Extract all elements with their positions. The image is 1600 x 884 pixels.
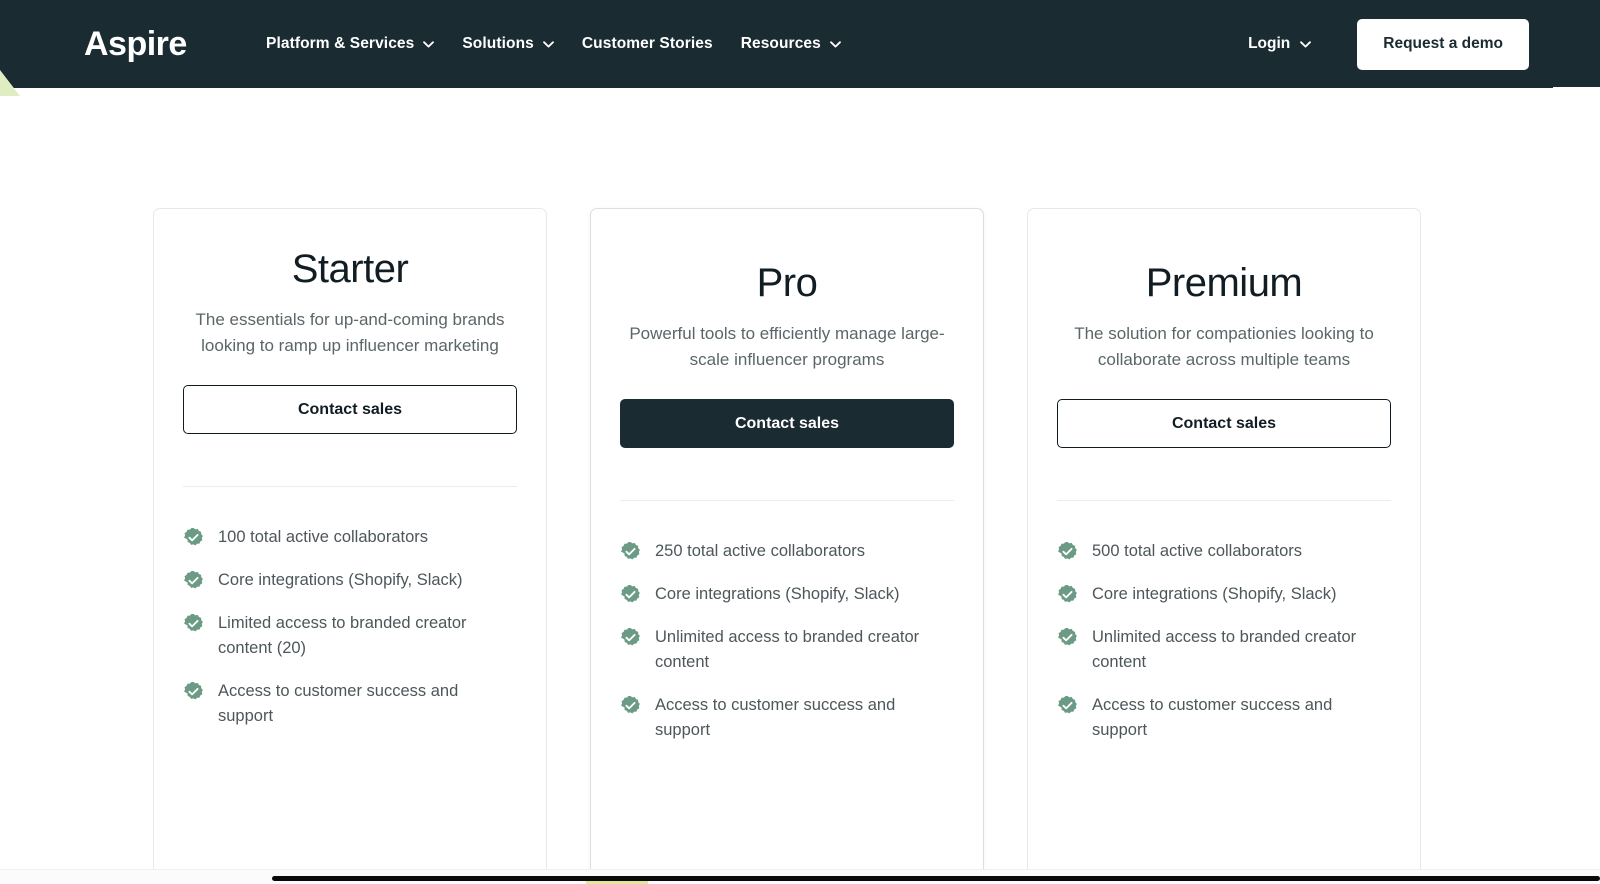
aspire-logo[interactable]: Aspire bbox=[84, 22, 194, 66]
nav-item-platform-services[interactable]: Platform & Services bbox=[252, 27, 448, 61]
page-root: Aspire Platform & Services Solutions Cus… bbox=[0, 0, 1600, 884]
feature-item: 500 total active collaborators bbox=[1057, 539, 1391, 564]
feature-list: 100 total active collaborators Core inte… bbox=[183, 525, 517, 729]
card-divider bbox=[183, 486, 517, 487]
feature-text: 100 total active collaborators bbox=[218, 528, 429, 546]
check-badge-icon bbox=[183, 613, 204, 634]
feature-text: Access to customer success and support bbox=[1092, 696, 1333, 739]
horizontal-scrollbar-track[interactable] bbox=[0, 869, 1600, 884]
feature-text: Unlimited access to branded creator cont… bbox=[655, 628, 920, 671]
nav-label: Solutions bbox=[462, 35, 534, 52]
feature-text: Core integrations (Shopify, Slack) bbox=[1092, 585, 1337, 603]
header-right-fill bbox=[1553, 0, 1600, 87]
feature-text: Access to customer success and support bbox=[218, 682, 459, 725]
feature-item: 250 total active collaborators bbox=[620, 539, 954, 564]
nav-item-customer-stories[interactable]: Customer Stories bbox=[568, 27, 727, 61]
pricing-card-pro: Pro Powerful tools to efficiently manage… bbox=[590, 208, 984, 884]
check-badge-icon bbox=[183, 570, 204, 591]
nav-label: Platform & Services bbox=[266, 35, 415, 52]
feature-item: Access to customer success and support bbox=[620, 693, 954, 743]
feature-item: Core integrations (Shopify, Slack) bbox=[1057, 582, 1391, 607]
plan-description: The solution for compationies looking to… bbox=[1074, 324, 1374, 369]
pricing-section: Starter The essentials for up-and-coming… bbox=[0, 88, 1600, 884]
card-divider bbox=[620, 500, 954, 501]
chevron-down-icon bbox=[829, 40, 841, 48]
nav-label: Resources bbox=[740, 35, 821, 52]
feature-list: 500 total active collaborators Core inte… bbox=[1057, 539, 1391, 743]
feature-text: Unlimited access to branded creator cont… bbox=[1092, 628, 1357, 671]
nav-item-solutions[interactable]: Solutions bbox=[448, 27, 568, 61]
nav-item-resources[interactable]: Resources bbox=[727, 27, 855, 61]
card-divider bbox=[1057, 500, 1391, 501]
login-menu[interactable]: Login bbox=[1236, 27, 1323, 61]
login-label: Login bbox=[1248, 35, 1291, 52]
pricing-card-premium: Premium The solution for compationies lo… bbox=[1027, 208, 1421, 884]
feature-text: Core integrations (Shopify, Slack) bbox=[218, 571, 463, 589]
check-badge-icon bbox=[620, 541, 641, 562]
check-badge-icon bbox=[1057, 584, 1078, 605]
feature-text: Limited access to branded creator conten… bbox=[218, 614, 467, 657]
plan-description: Powerful tools to efficiently manage lar… bbox=[629, 324, 945, 369]
horizontal-scrollbar-thumb[interactable] bbox=[272, 876, 1600, 881]
feature-item: Core integrations (Shopify, Slack) bbox=[183, 568, 517, 593]
feature-item: 100 total active collaborators bbox=[183, 525, 517, 550]
logo-text: Aspire bbox=[84, 25, 187, 63]
contact-sales-button[interactable]: Contact sales bbox=[183, 385, 517, 434]
check-badge-icon bbox=[620, 584, 641, 605]
nav-label: Customer Stories bbox=[581, 35, 713, 52]
check-badge-icon bbox=[1057, 541, 1078, 562]
header-actions: Login Request a demo bbox=[1236, 0, 1529, 88]
feature-text: 500 total active collaborators bbox=[1092, 542, 1303, 560]
check-badge-icon bbox=[1057, 695, 1078, 716]
feature-text: 250 total active collaborators bbox=[655, 542, 866, 560]
plan-name: Pro bbox=[756, 261, 818, 305]
plan-description: The essentials for up-and-coming brands … bbox=[195, 310, 505, 355]
check-badge-icon bbox=[183, 527, 204, 548]
request-demo-button[interactable]: Request a demo bbox=[1357, 18, 1529, 70]
pricing-card-starter: Starter The essentials for up-and-coming… bbox=[153, 208, 547, 884]
feature-text: Access to customer success and support bbox=[655, 696, 896, 739]
feature-list: 250 total active collaborators Core inte… bbox=[620, 539, 954, 743]
feature-item: Core integrations (Shopify, Slack) bbox=[620, 582, 954, 607]
feature-text: Core integrations (Shopify, Slack) bbox=[655, 585, 900, 603]
chevron-down-icon bbox=[542, 40, 554, 48]
chevron-down-icon bbox=[1300, 40, 1312, 48]
feature-item: Limited access to branded creator conten… bbox=[183, 611, 517, 661]
site-header: Aspire Platform & Services Solutions Cus… bbox=[0, 0, 1553, 88]
feature-item: Access to customer success and support bbox=[1057, 693, 1391, 743]
feature-item: Unlimited access to branded creator cont… bbox=[620, 625, 954, 675]
check-badge-icon bbox=[1057, 627, 1078, 648]
feature-item: Unlimited access to branded creator cont… bbox=[1057, 625, 1391, 675]
plan-name: Premium bbox=[1145, 261, 1303, 305]
feature-item: Access to customer success and support bbox=[183, 679, 517, 729]
contact-sales-button[interactable]: Contact sales bbox=[1057, 399, 1391, 448]
contact-sales-button[interactable]: Contact sales bbox=[620, 399, 954, 448]
check-badge-icon bbox=[620, 695, 641, 716]
check-badge-icon bbox=[183, 681, 204, 702]
chevron-down-icon bbox=[423, 40, 435, 48]
plan-name: Starter bbox=[291, 247, 409, 291]
main-navigation: Platform & Services Solutions Customer S… bbox=[252, 27, 855, 61]
check-badge-icon bbox=[620, 627, 641, 648]
